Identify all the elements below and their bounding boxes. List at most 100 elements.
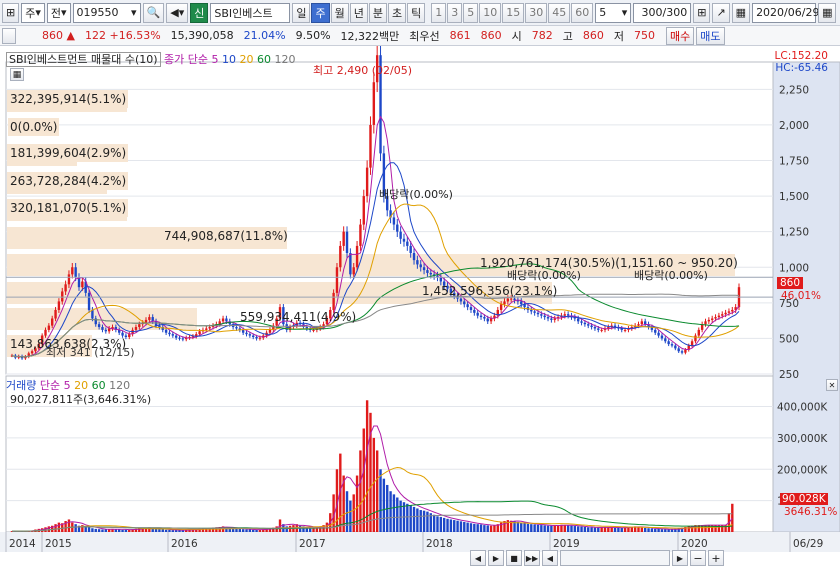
volume-bar <box>483 525 486 532</box>
interval-button-0[interactable]: 1 <box>431 2 447 23</box>
candle-body <box>107 328 111 332</box>
candle-body <box>563 314 566 316</box>
tab-period-2[interactable]: 월 <box>330 2 349 23</box>
calendar-icon[interactable]: ▦ <box>731 2 751 23</box>
tab-period-4[interactable]: 분 <box>368 2 387 23</box>
stock-name-field[interactable]: SBI인베스트 <box>210 2 291 23</box>
tab-period-1[interactable]: 주 <box>311 2 330 23</box>
candle-body <box>57 301 61 310</box>
count-select[interactable]: 5 ▾ <box>595 2 632 23</box>
stock-code-input[interactable]: 019550 ▾ <box>72 2 141 23</box>
candle-body <box>396 224 399 232</box>
candle-body <box>503 301 506 305</box>
high-label: 고 <box>562 29 573 43</box>
interval-button-1[interactable]: 3 <box>447 2 463 23</box>
volume-bar <box>436 516 439 532</box>
open-label: 시 <box>511 29 522 43</box>
checkbox-icon[interactable] <box>2 27 16 44</box>
candle-body <box>583 322 587 325</box>
code-type-select[interactable]: 주 ▾ <box>21 2 45 23</box>
sell-button[interactable]: 매도 <box>696 26 725 45</box>
buy-button[interactable]: 매수 <box>666 26 695 45</box>
interval-button-6[interactable]: 45 <box>548 2 571 23</box>
tab-period-5[interactable]: 초 <box>387 2 407 23</box>
grid-tool-icon[interactable]: ⊞ <box>693 2 711 23</box>
interval-button-7[interactable]: 60 <box>571 2 594 23</box>
candle-body <box>362 196 365 225</box>
zoom-in-button[interactable]: + <box>708 550 724 566</box>
volume-bar <box>57 522 61 532</box>
candle-body <box>710 318 714 320</box>
candle-body <box>721 314 724 316</box>
market-select[interactable]: 전 ▾ <box>46 2 71 23</box>
candle-body <box>51 318 54 326</box>
fast-forward-button[interactable]: ▶▶ <box>524 550 540 566</box>
interval-buttons: 1 3 5 10 15 30 45 60 <box>431 2 594 23</box>
ma60-label: 60 <box>257 53 272 66</box>
candle-body <box>533 311 536 313</box>
candle-body <box>369 124 372 168</box>
x-tick-label: 2016 <box>171 538 198 550</box>
interval-button-2[interactable]: 5 <box>463 2 479 23</box>
volume-bar <box>419 510 422 532</box>
candle-body <box>657 332 660 336</box>
interval-button-4[interactable]: 15 <box>502 2 525 23</box>
turnover-rate: 9.50% <box>295 29 331 42</box>
candle-body <box>489 318 493 322</box>
tab-period-0[interactable]: 일 <box>292 2 311 23</box>
scrollbar-track[interactable] <box>560 550 670 566</box>
volume-bar <box>543 525 546 532</box>
tab-period-6[interactable]: 틱 <box>407 2 426 23</box>
chart-tool-icon[interactable]: ↗ <box>712 2 730 23</box>
candle-body <box>345 231 349 254</box>
volume-bar <box>349 500 352 532</box>
volume-bar <box>101 529 104 532</box>
stop-button[interactable]: ■ <box>506 550 522 566</box>
zoom-out-button[interactable]: − <box>690 550 706 566</box>
table-icon[interactable]: ▦ <box>10 68 24 81</box>
calendar-picker-icon[interactable]: ▦ <box>818 2 837 23</box>
candle-body <box>714 317 717 319</box>
scroll-left-button[interactable]: ◀ <box>470 550 486 566</box>
volume-bar <box>516 521 520 532</box>
ma-label: 종가 단순 <box>164 53 209 66</box>
last-price-pct: 46.01% <box>781 290 822 302</box>
volume-bar <box>570 525 573 532</box>
vp-tag-1: 0(0.0%) <box>8 118 60 136</box>
volume-bar <box>456 520 459 532</box>
candle-body <box>697 329 700 336</box>
volume-bar <box>576 526 580 532</box>
vp-tag-5: 744,908,687(11.8%) <box>164 229 288 243</box>
candle-body <box>409 245 412 254</box>
volume-bar <box>597 527 600 532</box>
search-icon[interactable]: 🔍 <box>142 2 165 23</box>
chart-area[interactable]: 2,250 2,000 1,750 1,500 1,250 1,000 750 500 250 4… <box>0 44 840 574</box>
candle-body <box>198 331 201 335</box>
volume-bar <box>613 527 617 532</box>
candle-body <box>600 329 603 331</box>
date-field[interactable]: 2020/06/29 <box>752 2 819 23</box>
speaker-icon[interactable]: ◀▾ <box>166 2 189 23</box>
range-field[interactable]: 300/300 <box>633 2 692 23</box>
dividend-note-1: 배당락(0.00%) <box>507 269 581 282</box>
price-chart-svg[interactable]: 2,2502,0001,7501,5001,2501,0007505002504… <box>0 44 840 574</box>
tab-period-3[interactable]: 년 <box>349 2 368 23</box>
play-button[interactable]: ▶ <box>488 550 504 566</box>
low-price: 750 <box>634 29 656 42</box>
candle-body <box>419 264 422 268</box>
volume-bar <box>600 527 603 532</box>
layout-icon[interactable]: ⊞ <box>2 2 20 23</box>
volume-total: 90,027,811주(3,646.31%) <box>10 393 152 406</box>
interval-button-3[interactable]: 10 <box>479 2 502 23</box>
candle-body <box>399 231 402 239</box>
volume-bar <box>54 524 57 532</box>
quote-bar: 860 ▲ 122 +16.53% 15,390,058 21.04% 9.50… <box>0 26 840 46</box>
volume-panel-close-icon[interactable]: ✕ <box>826 379 838 391</box>
scroll-left-small-button[interactable]: ◀ <box>542 550 558 566</box>
interval-button-5[interactable]: 30 <box>525 2 548 23</box>
candle-body <box>690 341 694 346</box>
candle-body <box>546 317 550 319</box>
scroll-right-button[interactable]: ▶ <box>672 550 688 566</box>
candle-body <box>245 332 248 335</box>
x-tick-label: 2019 <box>553 538 580 550</box>
